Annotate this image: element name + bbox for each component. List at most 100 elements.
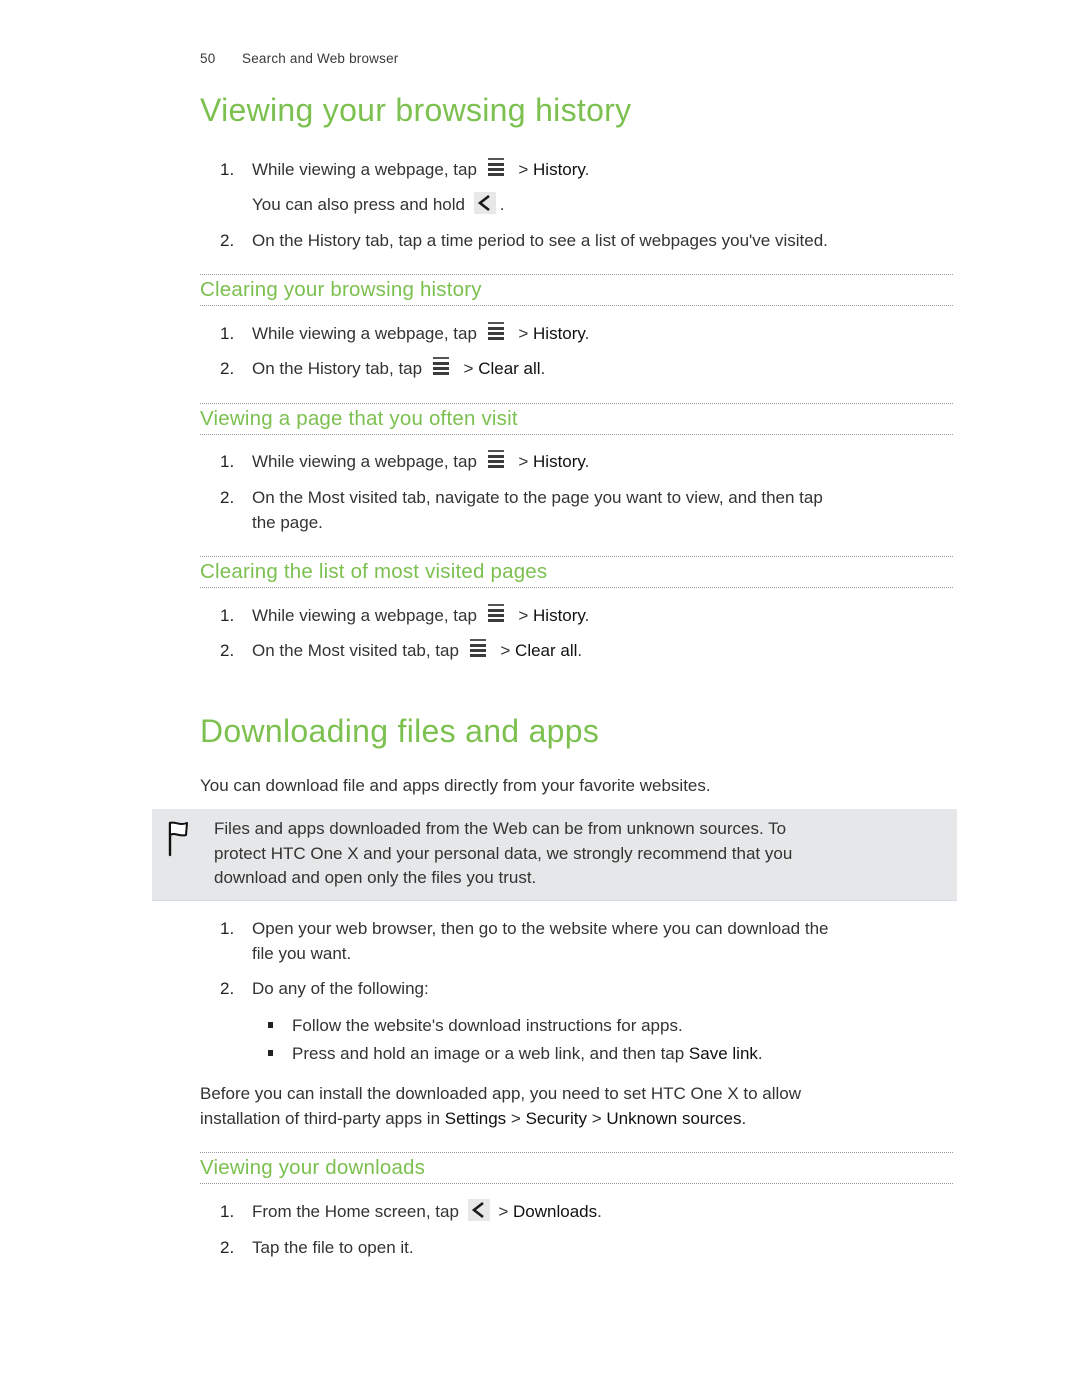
step-number: 2. [220,231,235,250]
separator: > [493,1202,514,1221]
ui-term-clear-all: Clear all [478,359,541,378]
punctuation: . [584,452,590,471]
step-text: On the History tab, tap a time period to… [252,231,828,250]
bullet-item: Follow the website's download instructio… [268,1013,683,1038]
bullet-item: Press and hold an image or a web link, a… [268,1041,763,1066]
step-number: 2. [220,488,235,507]
step-number: 2. [220,979,235,998]
step-item: 2. On the History tab, tap > Clear all. [220,356,545,381]
subheading-block: Clearing your browsing history [200,274,953,306]
heading-downloading-files-apps: Downloading files and apps [200,713,600,749]
step-number: 1. [220,452,235,471]
ui-term-history: History [533,160,585,179]
ui-term-history: History [533,606,585,625]
separator: > [513,324,534,343]
bullet-text: Press and hold an image or a web link, a… [292,1044,689,1063]
step-item: 2. Tap the file to open it. [220,1235,414,1260]
step-number: 2. [220,359,235,378]
back-icon [473,192,496,214]
step-number: 1. [220,324,235,343]
punctuation: . [499,195,505,214]
note-line: download and open only the files you tru… [214,868,537,888]
bullet-marker [268,1022,273,1028]
punctuation: . [757,1044,763,1063]
heading-clearing-browsing-history: Clearing your browsing history [200,278,482,301]
bullet-text: Follow the website's download instructio… [292,1016,683,1035]
step-item: 1. Open your web browser, then go to the … [220,916,828,966]
step-text: On the Most visited tab, navigate to the… [252,488,823,507]
ui-term-save-link: Save link [688,1044,758,1063]
menu-icon [468,638,488,660]
ui-term-unknown-sources: Unknown sources [606,1109,742,1128]
step-number: 2. [220,641,235,660]
running-section-title: Search and Web browser [242,51,399,66]
step-item: 1. While viewing a webpage, tap > History… [220,321,589,346]
punctuation: . [584,606,590,625]
punctuation: . [584,160,590,179]
note-line: Files and apps downloaded from the Web c… [214,819,787,838]
punctuation: . [597,1202,602,1221]
page-number: 50 [200,51,216,66]
bullet-marker [268,1050,273,1056]
heading-viewing-downloads: Viewing your downloads [200,1156,426,1179]
install-paragraph: Before you can install the downloaded ap… [200,1081,801,1131]
intro-paragraph: You can download file and apps directly … [200,776,711,795]
step-text: From the Home screen, tap [252,1202,464,1221]
step-text: On the History tab, tap [252,359,427,378]
ui-term-history: History [533,452,585,471]
separator: > [506,1109,526,1128]
ui-term-settings: Settings [444,1109,507,1128]
separator: > [495,641,516,660]
step-item: 2. On the Most visited tab, tap > Clear a… [220,638,582,663]
punctuation: . [577,641,583,660]
menu-icon [486,449,506,471]
step-number: 1. [220,160,235,179]
step-text: You can also press and hold [252,195,470,214]
heading-clearing-most-visited: Clearing the list of most visited pages [200,560,548,583]
step-text-continuation: the page. [252,513,323,532]
step-text: On the Most visited tab, tap [252,641,464,660]
menu-icon [486,157,506,179]
step-text: While viewing a webpage, tap [252,606,482,625]
step-item: 1. While viewing a webpage, tap > History… [220,603,589,628]
step-item: 1. While viewing a webpage, tap > History… [220,157,589,182]
step-continuation: You can also press and hold . [252,192,504,217]
punctuation: . [584,324,590,343]
step-number: 1. [220,919,235,938]
separator: > [513,160,534,179]
separator: > [586,1109,607,1128]
menu-icon [486,603,506,625]
step-text: Open your web browser, then go to the we… [252,919,829,938]
ui-term-clear-all: Clear all [515,641,578,660]
note-text: Files and apps downloaded from the Web c… [214,817,792,891]
step-text: While viewing a webpage, tap [252,452,482,471]
step-number: 1. [220,1202,235,1221]
ui-term-history: History [533,324,585,343]
ui-term-security: Security [525,1109,587,1128]
step-number: 2. [220,1238,235,1257]
back-icon [467,1199,490,1221]
page-header: 50 Search and Web browser [200,51,398,66]
step-item: 2. On the History tab, tap a time period … [220,228,828,253]
step-number: 1. [220,606,235,625]
step-item: 1. While viewing a webpage, tap > History… [220,449,589,474]
subheading-block: Clearing the list of most visited pages [200,556,953,588]
subheading-block: Viewing your downloads [200,1152,953,1184]
heading-viewing-often-visited-page: Viewing a page that you often visit [200,407,518,430]
punctuation: . [540,359,546,378]
install-line: Before you can install the downloaded ap… [200,1084,802,1103]
menu-icon [431,356,451,378]
ui-term-downloads: Downloads [513,1202,598,1221]
flag-icon [168,821,188,857]
step-text: Do any of the following: [252,979,429,998]
step-text: Tap the file to open it. [252,1238,414,1257]
step-text: While viewing a webpage, tap [252,160,482,179]
note-line: protect HTC One X and your personal data… [214,843,793,863]
step-item: 1. From the Home screen, tap > Downloads. [220,1199,602,1224]
step-item: 2. On the Most visited tab, navigate to t… [220,485,823,535]
install-line: installation of third-party apps in [200,1109,445,1128]
note-box: Files and apps downloaded from the Web c… [152,809,957,901]
subheading-block: Viewing a page that you often visit [200,403,953,435]
step-item: 2. Do any of the following: [220,976,429,1001]
step-text: While viewing a webpage, tap [252,324,482,343]
